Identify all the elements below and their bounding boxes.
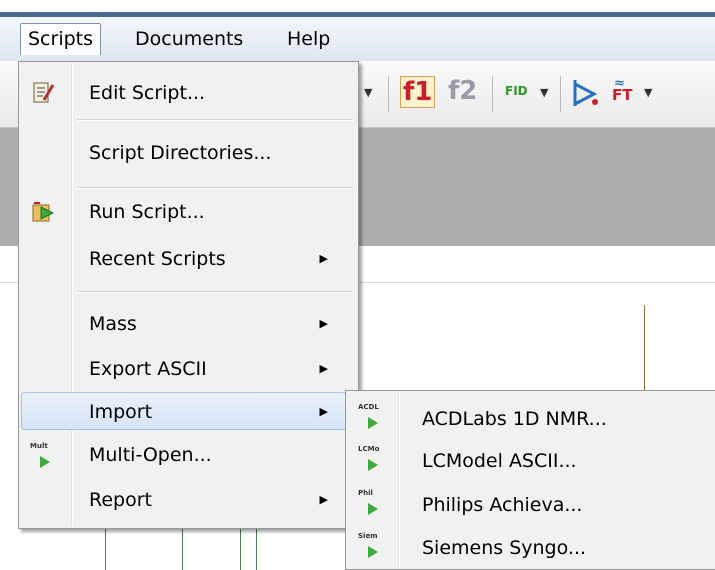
spectrum-trace [256,528,257,570]
fid-dropdown-icon[interactable]: ▼ [540,86,548,99]
siemens-import-icon: Siem [358,532,388,564]
menu-bar: Scripts Documents Help [0,17,715,62]
toolbar-separator [560,76,561,112]
submenu-item-label: Siemens Syngo... [422,537,587,559]
play-icon [368,417,378,429]
ft-wave-icon: ≈ [614,76,625,91]
chevron-right-icon: ▶ [319,405,328,418]
scripts-menu: Edit Script... Script Directories... Run… [18,61,359,529]
menu-item-report[interactable]: Report ▶ [21,481,356,519]
menu-item-label: Multi-Open... [89,444,212,466]
spectrum-trace [240,528,241,570]
spectrum-trace [105,528,106,570]
philips-tag: Phil [358,489,373,497]
submenu-item-label: LCModel ASCII... [422,450,577,472]
run-script-icon [30,199,56,225]
menu-documents[interactable]: Documents [128,23,250,55]
submenu-item-philips[interactable]: Phil Philips Achieva... [348,485,714,526]
dropdown-arrow-icon[interactable]: ▼ [364,86,372,99]
chevron-right-icon: ▶ [319,362,328,375]
spectrum-trace [182,528,183,570]
menu-scripts[interactable]: Scripts [20,23,102,55]
menu-item-mass[interactable]: Mass ▶ [21,305,356,343]
menu-item-import[interactable]: Import ▶ [21,392,356,430]
menu-help[interactable]: Help [280,23,337,55]
f1-button[interactable]: f1 [400,76,436,108]
phase-icon[interactable] [572,76,600,114]
submenu-item-lcmodel[interactable]: LCMo LCModel ASCII... [348,441,714,482]
submenu-item-label: ACDLabs 1D NMR... [422,408,607,430]
chevron-right-icon: ▶ [319,317,328,330]
play-icon [40,456,50,468]
menu-separator [77,187,353,189]
menu-item-run-script[interactable]: Run Script... [21,193,356,231]
menu-item-label: Run Script... [89,201,205,223]
menu-item-label: Export ASCII [89,358,207,380]
submenu-item-siemens[interactable]: Siem Siemens Syngo... [348,528,714,569]
submenu-item-acdlabs[interactable]: ACDL ACDLabs 1D NMR... [348,399,714,440]
chevron-right-icon: ▶ [319,493,328,506]
spectrum-peak [644,305,645,390]
lcmodel-import-icon: LCMo [358,445,388,477]
siemens-tag: Siem [358,532,378,540]
chevron-right-icon: ▶ [319,252,328,265]
submenu-item-label: Philips Achieva... [422,494,583,516]
toolbar-separator [492,76,493,112]
menu-item-label: Recent Scripts [89,248,226,270]
menu-separator [77,291,353,293]
multi-open-icon: Mult [30,442,56,468]
play-icon [368,546,378,558]
acdlabs-import-icon: ACDL [358,403,388,435]
philips-import-icon: Phil [358,489,388,521]
script-edit-icon [30,80,56,106]
ft-dropdown-icon[interactable]: ▼ [644,86,652,99]
acdlabs-tag: ACDL [358,403,379,411]
lcmodel-tag: LCMo [358,445,380,453]
menu-item-script-directories[interactable]: Script Directories... [21,134,356,172]
menu-item-label: Edit Script... [89,82,206,104]
menu-separator [77,119,353,121]
import-submenu: ACDL ACDLabs 1D NMR... LCMo LCModel ASCI… [345,390,715,570]
menu-item-export-ascii[interactable]: Export ASCII ▶ [21,350,356,388]
multi-open-tag: Mult [30,442,48,450]
menu-item-label: Import [89,401,153,423]
play-icon [368,459,378,471]
menu-item-recent-scripts[interactable]: Recent Scripts ▶ [21,240,356,278]
menu-item-label: Script Directories... [89,142,272,164]
menu-item-edit-script[interactable]: Edit Script... [21,74,356,112]
toolbar-separator [388,76,389,112]
f2-button[interactable]: f2 [448,76,477,106]
play-icon [368,503,378,515]
fid-button[interactable]: FID [505,84,528,98]
menu-item-label: Mass [89,313,137,335]
menu-item-multi-open[interactable]: Mult Multi-Open... [21,436,356,474]
menu-item-label: Report [89,489,152,511]
